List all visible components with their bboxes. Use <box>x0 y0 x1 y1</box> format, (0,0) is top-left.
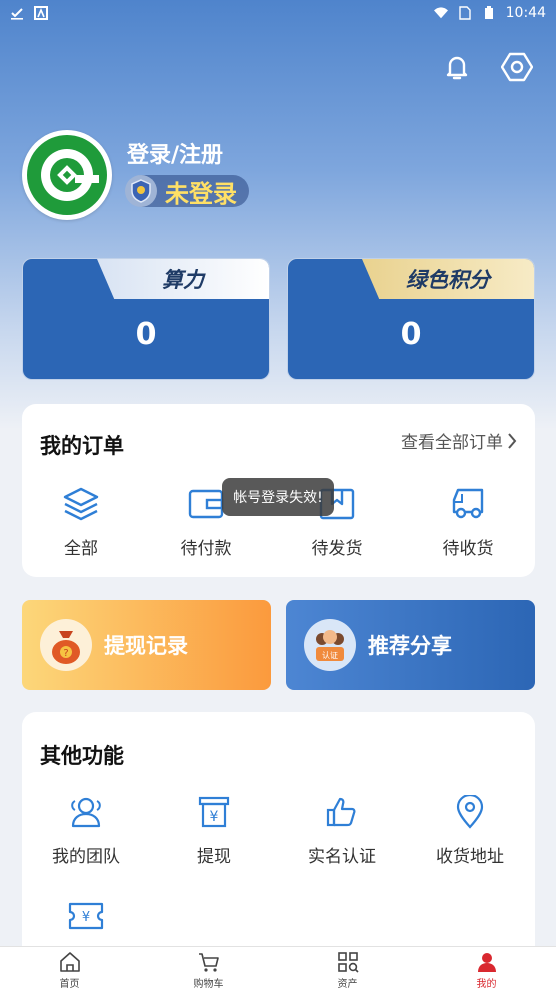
order-label: 待收货 <box>442 539 494 559</box>
order-pending-receipt[interactable]: 待收货 <box>404 484 532 559</box>
shipping-address-item[interactable]: 收货地址 <box>406 792 534 867</box>
nav-label: 首页 <box>59 979 80 990</box>
card-title: 其他功能 <box>40 744 124 768</box>
computing-power-card[interactable]: 算力 0 <box>22 258 270 380</box>
nav-mine[interactable]: 我的 <box>417 947 556 994</box>
function-label: 实名认证 <box>308 847 376 867</box>
withdraw-records-button[interactable]: ? 提现记录 <box>22 600 271 690</box>
svg-text:¥: ¥ <box>82 910 90 925</box>
promo-label: 推荐分享 <box>368 634 452 658</box>
sim-icon <box>458 6 471 20</box>
view-all-label: 查看全部订单 <box>401 433 503 453</box>
view-all-orders-link[interactable]: 查看全部订单 <box>401 428 517 453</box>
nav-home[interactable]: 首页 <box>0 947 139 994</box>
function-label: 收货地址 <box>436 847 504 867</box>
wallet-icon <box>188 489 224 519</box>
login-register-link[interactable]: 登录/注册 <box>127 137 249 169</box>
header-actions <box>440 50 534 84</box>
wifi-icon <box>433 7 448 19</box>
bill-icon: ¥ <box>68 902 104 930</box>
nav-label: 购物车 <box>193 979 224 990</box>
cart-icon <box>198 953 219 972</box>
profile-section: 登录/注册 未登录 <box>22 130 249 220</box>
svg-text:?: ? <box>63 648 68 659</box>
avatar[interactable] <box>22 130 112 220</box>
function-label: 我的团队 <box>52 847 120 867</box>
truck-icon <box>452 488 484 519</box>
svg-text:¥: ¥ <box>210 809 219 825</box>
withdraw-icon: ¥ <box>198 796 230 828</box>
status-bar: 10:44 <box>0 0 556 26</box>
share-people-icon: 认证 <box>316 630 344 661</box>
real-name-auth-item[interactable]: 实名认证 <box>278 792 406 867</box>
nav-label: 资产 <box>337 979 358 990</box>
card-title: 我的订单 <box>40 434 124 458</box>
nav-cart[interactable]: 购物车 <box>139 947 278 994</box>
home-icon <box>59 952 80 972</box>
team-icon <box>71 797 101 828</box>
order-label: 待付款 <box>180 539 232 559</box>
bill-item[interactable]: ¥ <box>22 896 150 936</box>
settings-button[interactable] <box>500 50 534 84</box>
stat-label: 绿色积分 <box>362 259 534 299</box>
notification-button[interactable] <box>440 50 474 84</box>
download-done-icon <box>11 8 23 20</box>
function-label: 提现 <box>197 847 231 867</box>
badge-label: 未登录 <box>165 179 237 208</box>
settings-hexagon-icon <box>501 52 533 82</box>
money-bag-icon: ? <box>52 631 80 664</box>
bell-icon <box>446 56 468 80</box>
nav-label: 我的 <box>476 979 497 990</box>
order-label: 待发货 <box>311 539 363 559</box>
status-time: 10:44 <box>505 5 546 21</box>
bottom-navigation: 首页 购物车 资产 我的 <box>0 946 556 994</box>
thumbs-up-icon <box>326 797 356 827</box>
chevron-right-icon <box>508 432 517 449</box>
svg-text:认证: 认证 <box>322 650 338 660</box>
recommend-share-button[interactable]: 认证 推荐分享 <box>286 600 535 690</box>
layers-icon <box>63 487 99 521</box>
app-notification-icon <box>34 6 48 20</box>
green-points-card[interactable]: 绿色积分 0 <box>287 258 535 380</box>
stat-value: 0 <box>135 317 157 352</box>
order-label: 全部 <box>64 539 98 559</box>
assets-icon <box>337 952 359 973</box>
toast-message: 帐号登录失效! <box>222 478 334 516</box>
location-icon <box>456 795 484 829</box>
login-status-badge: 未登录 <box>125 175 249 208</box>
withdraw-item[interactable]: ¥ 提现 <box>150 792 278 867</box>
app-logo-icon <box>27 135 107 215</box>
promo-label: 提现记录 <box>104 634 188 658</box>
battery-icon <box>484 6 493 19</box>
user-icon <box>477 953 496 972</box>
stat-label: 算力 <box>97 259 269 299</box>
order-all[interactable]: 全部 <box>17 484 145 559</box>
nav-assets[interactable]: 资产 <box>278 947 417 994</box>
my-team-item[interactable]: 我的团队 <box>22 792 150 867</box>
shield-badge-icon <box>125 175 157 207</box>
stat-value: 0 <box>400 317 422 352</box>
